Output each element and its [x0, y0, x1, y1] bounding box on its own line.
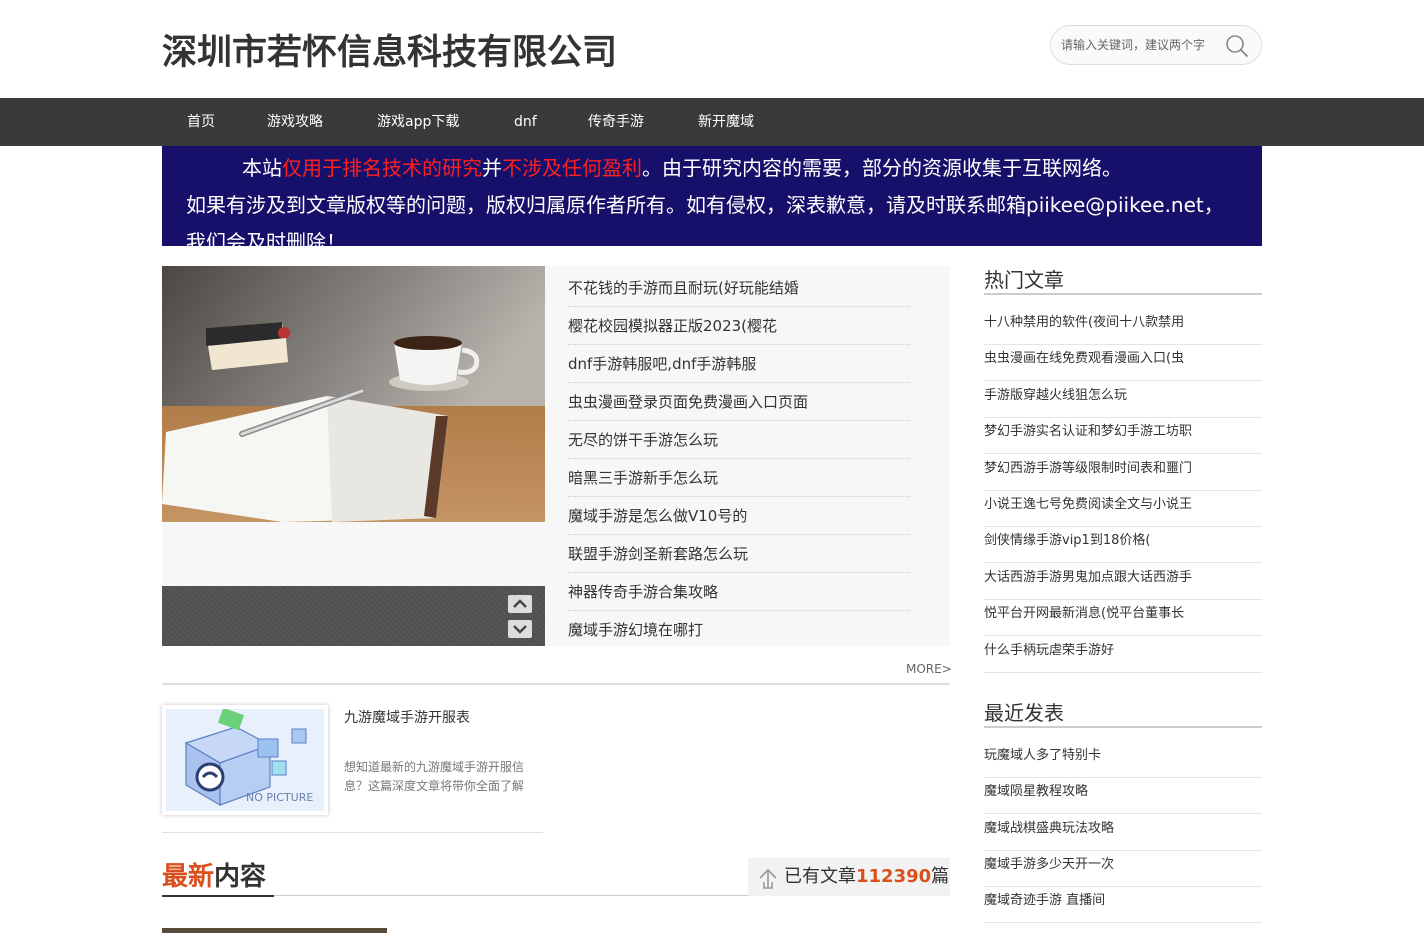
- latest-section-title: 最新内容: [162, 856, 266, 893]
- notice-line-3: 我们会及时删除！: [186, 230, 346, 246]
- notice-line-2: 如果有涉及到文章版权等的问题，版权归属原作者所有。如有侵权，深表歉意，请及时联系…: [186, 193, 1224, 217]
- chevron-up-icon: [513, 599, 527, 608]
- article-count-value: 112390: [856, 866, 932, 887]
- notice-line-1: 本站仅用于排名技术的研究并不涉及任何盈利。由于研究内容的需要，部分的资源收集于互…: [242, 152, 1122, 181]
- article-count-suffix: 篇: [931, 866, 950, 887]
- slider-prev-button[interactable]: [508, 595, 532, 613]
- post-title[interactable]: 九游魔域手游开服表: [344, 707, 470, 727]
- search-box: [1050, 25, 1262, 65]
- recent-posts-rule: [984, 726, 1262, 728]
- sidebar-hot-item[interactable]: 剑侠情缘手游vip1到18价格(: [984, 527, 1262, 563]
- list-item[interactable]: 樱花校园模拟器正版2023(樱花: [568, 307, 910, 345]
- nav-item-dnf[interactable]: dnf: [514, 98, 537, 146]
- nav-item-home[interactable]: 首页: [187, 98, 215, 146]
- article-count-text: 已有文章112390篇: [784, 858, 949, 896]
- upload-icon: [758, 866, 778, 904]
- chevron-down-icon: [513, 625, 527, 634]
- notice-text: 并: [482, 156, 502, 180]
- list-item[interactable]: 神器传奇手游合集攻略: [568, 573, 910, 611]
- notice-highlight: 仅用于排名技术的研究: [282, 156, 482, 180]
- slider-next-button[interactable]: [508, 620, 532, 638]
- list-item[interactable]: 无尽的饼干手游怎么玩: [568, 421, 910, 459]
- site-header: 深圳市若怀信息科技有限公司: [0, 0, 1424, 98]
- sidebar-hot-item[interactable]: 什么手柄玩虐荣手游好: [984, 637, 1262, 673]
- sidebar-hot-item[interactable]: 十八种禁用的软件(夜间十八款禁用: [984, 309, 1262, 345]
- latest-title-underline: [162, 895, 274, 897]
- list-item[interactable]: 不花钱的手游而且耐玩(好玩能结婚: [568, 269, 910, 307]
- notice-text: 本站: [242, 156, 282, 180]
- featured-slider: [162, 266, 545, 646]
- search-icon[interactable]: [1225, 34, 1249, 58]
- sidebar-hot-item[interactable]: 梦幻手游实名认证和梦幻手游工坊职: [984, 418, 1262, 454]
- slider-caption: [162, 522, 545, 586]
- notice-banner: 本站仅用于排名技术的研究并不涉及任何盈利。由于研究内容的需要，部分的资源收集于互…: [162, 146, 1262, 246]
- list-item[interactable]: 虫虫漫画登录页面免费漫画入口页面: [568, 383, 910, 421]
- nav-item-game-app-download[interactable]: 游戏app下载: [377, 98, 459, 146]
- post-thumbnail[interactable]: NO PICTURE: [162, 705, 328, 815]
- slider-controls: [162, 586, 545, 646]
- sidebar-recent-item[interactable]: 魔域手游多少天开一次: [984, 851, 1262, 887]
- search-input[interactable]: [1061, 34, 1221, 56]
- main-nav: 首页 游戏攻略 游戏app下载 dnf 传奇手游 新开魔域: [0, 98, 1424, 146]
- section-divider: [162, 683, 950, 685]
- latest-title-accent: 最新: [162, 862, 215, 892]
- recent-posts-heading: 最近发表: [984, 701, 1064, 725]
- top-article-list: 不花钱的手游而且耐玩(好玩能结婚 樱花校园模拟器正版2023(樱花 dnf手游韩…: [545, 266, 950, 646]
- article-count-prefix: 已有文章: [784, 866, 856, 887]
- article-count-badge: 已有文章112390篇: [748, 858, 950, 896]
- sidebar-recent-item[interactable]: 魔域奇迹手游 直播间: [984, 887, 1262, 923]
- latest-title-rest: 内容: [214, 862, 267, 892]
- nav-item-game-guides[interactable]: 游戏攻略: [267, 98, 323, 146]
- sidebar-recent-item[interactable]: 魔域战棋盛典玩法攻略: [984, 815, 1262, 851]
- notice-highlight: 不涉及任何盈利: [502, 156, 642, 180]
- latest-post-thumbnail[interactable]: [162, 928, 387, 933]
- sidebar-hot-item[interactable]: 大话西游手游男鬼加点跟大话西游手: [984, 564, 1262, 600]
- list-item[interactable]: 魔域手游是怎么做V10号的: [568, 497, 910, 535]
- nav-item-new-moyu[interactable]: 新开魔域: [698, 98, 754, 146]
- list-item[interactable]: 魔域手游幻境在哪打: [568, 611, 910, 649]
- sidebar-hot-item[interactable]: 悦平台开网最新消息(悦平台董事长: [984, 600, 1262, 636]
- post-divider: [162, 832, 543, 833]
- list-item[interactable]: 联盟手游剑圣新套路怎么玩: [568, 535, 910, 573]
- no-picture-image: NO PICTURE: [166, 707, 324, 811]
- sidebar-recent-item[interactable]: 魔域陨星教程攻略: [984, 778, 1262, 814]
- nav-item-legend-mobile[interactable]: 传奇手游: [588, 98, 644, 146]
- notice-text: 。由于研究内容的需要，部分的资源收集于互联网络。: [642, 156, 1122, 180]
- hot-articles-rule: [984, 293, 1262, 295]
- post-summary: 想知道最新的九游魔域手游开服信息？这篇深度文章将带你全面了解: [344, 760, 525, 793]
- sidebar-hot-item[interactable]: 虫虫漫画在线免费观看漫画入口(虫: [984, 345, 1262, 381]
- sidebar-hot-item[interactable]: 小说王逸七号免费阅读全文与小说王: [984, 491, 1262, 527]
- more-link[interactable]: MORE>: [906, 662, 952, 676]
- list-item[interactable]: 暗黑三手游新手怎么玩: [568, 459, 910, 497]
- sidebar-hot-item[interactable]: 手游版穿越火线狙怎么玩: [984, 382, 1262, 418]
- slider-image[interactable]: [162, 266, 545, 522]
- no-picture-label: NO PICTURE: [246, 791, 313, 804]
- hot-articles-heading: 热门文章: [984, 268, 1064, 292]
- sidebar-recent-item[interactable]: 玩魔域人多了特别卡: [984, 742, 1262, 778]
- list-item[interactable]: dnf手游韩服吧,dnf手游韩服: [568, 345, 910, 383]
- sidebar-hot-item[interactable]: 梦幻西游手游等级限制时间表和噩门: [984, 455, 1262, 491]
- site-title[interactable]: 深圳市若怀信息科技有限公司: [162, 24, 617, 75]
